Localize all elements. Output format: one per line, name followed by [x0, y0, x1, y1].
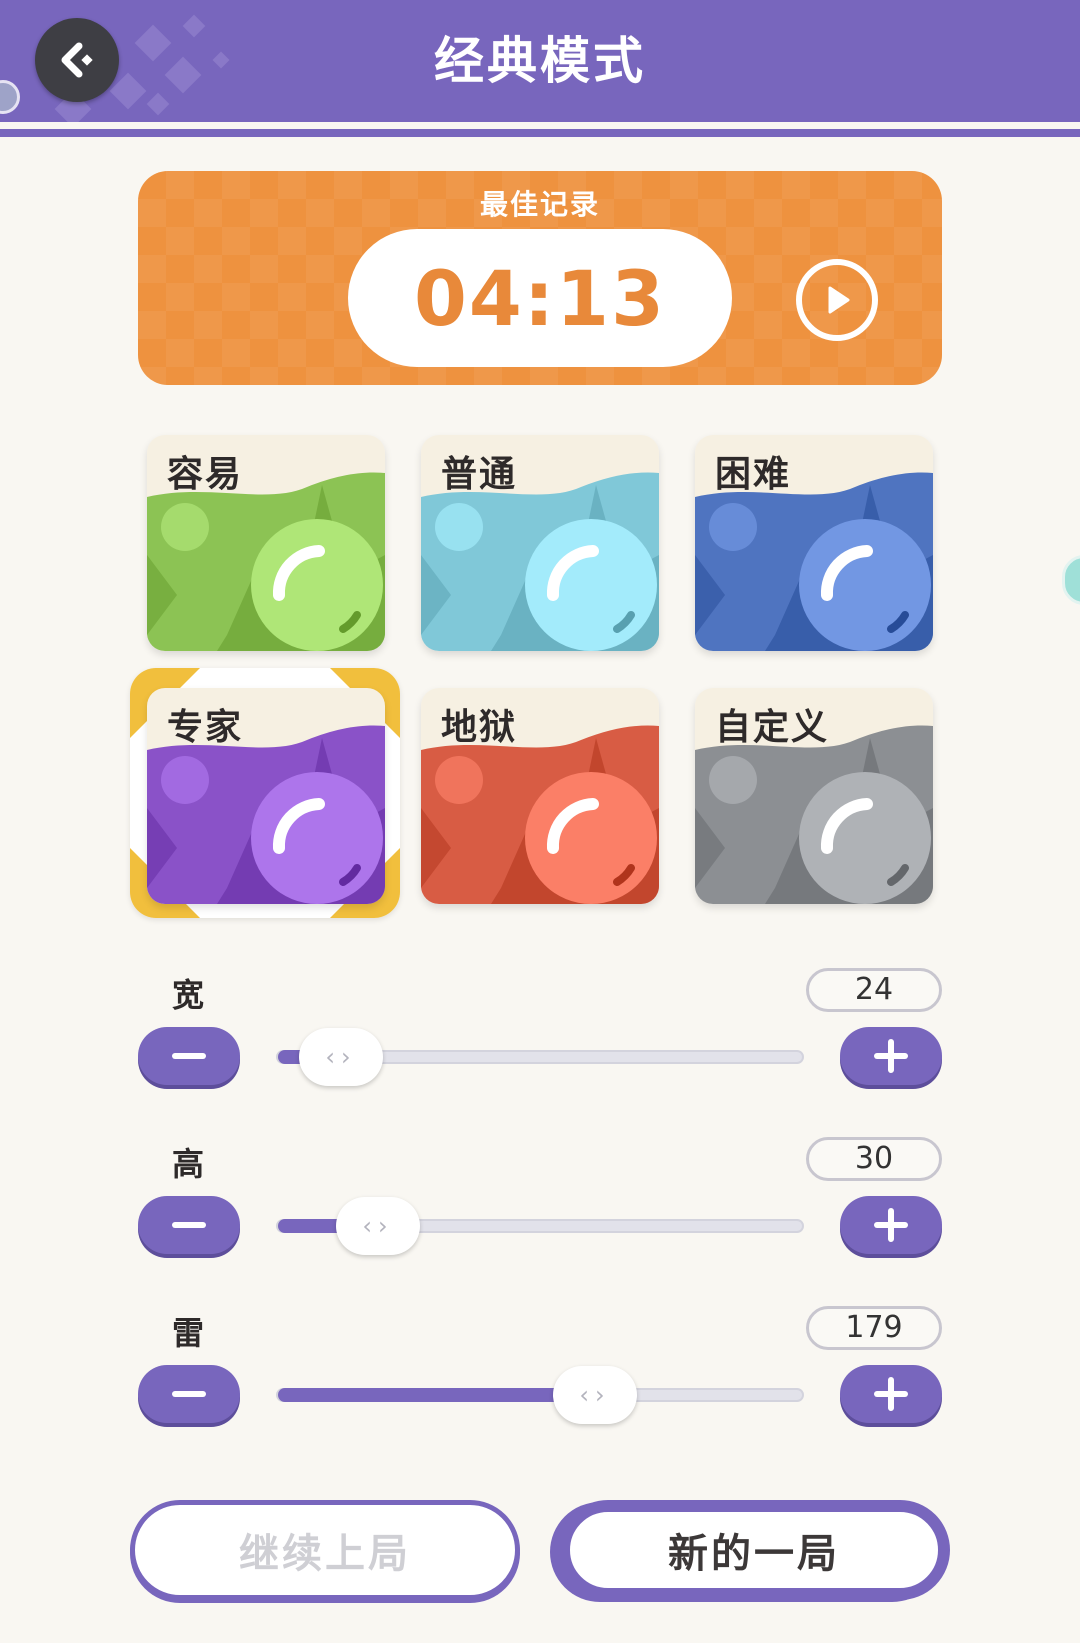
best-time-display: 04:13	[348, 229, 732, 367]
width-value[interactable]: 24	[806, 968, 942, 1012]
replay-button[interactable]	[796, 259, 878, 341]
header-divider	[0, 129, 1080, 137]
difficulty-tile-normal[interactable]: 普通	[421, 435, 659, 651]
best-time-value: 04:13	[414, 253, 666, 343]
height-increase-button[interactable]	[840, 1196, 942, 1254]
mines-label: 雷	[172, 1314, 205, 1352]
mines-slider-thumb[interactable]: ‹›	[553, 1366, 637, 1424]
difficulty-label: 普通	[441, 454, 518, 495]
difficulty-label: 容易	[167, 454, 244, 495]
difficulty-label: 地狱	[441, 707, 518, 748]
best-record-card: 最佳记录 04:13	[138, 171, 942, 385]
height-slider-thumb[interactable]: ‹›	[336, 1197, 420, 1255]
mines-increase-button[interactable]	[840, 1365, 942, 1423]
plus-icon	[874, 1208, 908, 1242]
difficulty-label: 自定义	[715, 707, 830, 748]
difficulty-tile-easy[interactable]: 容易	[147, 435, 385, 651]
continue-game-button[interactable]: 继续上局	[130, 1500, 520, 1600]
difficulty-label: 困难	[715, 454, 792, 495]
height-label: 高	[172, 1145, 205, 1183]
app-header: 经典模式	[0, 0, 1080, 122]
plus-icon	[874, 1039, 908, 1073]
minus-icon	[172, 1391, 206, 1397]
best-record-label: 最佳记录	[479, 188, 600, 221]
difficulty-label: 专家	[167, 707, 244, 748]
width-slider-thumb[interactable]: ‹›	[299, 1028, 383, 1086]
width-decrease-button[interactable]	[138, 1027, 240, 1085]
play-icon	[828, 286, 850, 314]
mines-slider-track[interactable]: ‹›	[276, 1366, 804, 1424]
mines-decrease-button[interactable]	[138, 1365, 240, 1423]
difficulty-tile-expert[interactable]: 专家	[147, 688, 385, 904]
minus-icon	[172, 1053, 206, 1059]
page-title: 经典模式	[434, 32, 646, 90]
floating-helper-icon[interactable]	[1062, 555, 1080, 605]
mines-value[interactable]: 179	[806, 1306, 942, 1350]
width-increase-button[interactable]	[840, 1027, 942, 1085]
new-game-button[interactable]: 新的一局	[558, 1500, 950, 1600]
height-slider-track[interactable]: ‹›	[276, 1197, 804, 1255]
height-decrease-button[interactable]	[138, 1196, 240, 1254]
width-label: 宽	[172, 976, 205, 1014]
difficulty-tile-hell[interactable]: 地狱	[421, 688, 659, 904]
difficulty-tile-custom[interactable]: 自定义	[695, 688, 933, 904]
width-slider-track[interactable]: ‹›	[276, 1028, 804, 1086]
back-button[interactable]	[35, 18, 119, 102]
height-value[interactable]: 30	[806, 1137, 942, 1181]
plus-icon	[874, 1377, 908, 1411]
minus-icon	[172, 1222, 206, 1228]
back-arrow-icon	[61, 42, 93, 78]
difficulty-tile-hard[interactable]: 困难	[695, 435, 933, 651]
mines-slider-fill	[278, 1388, 595, 1402]
